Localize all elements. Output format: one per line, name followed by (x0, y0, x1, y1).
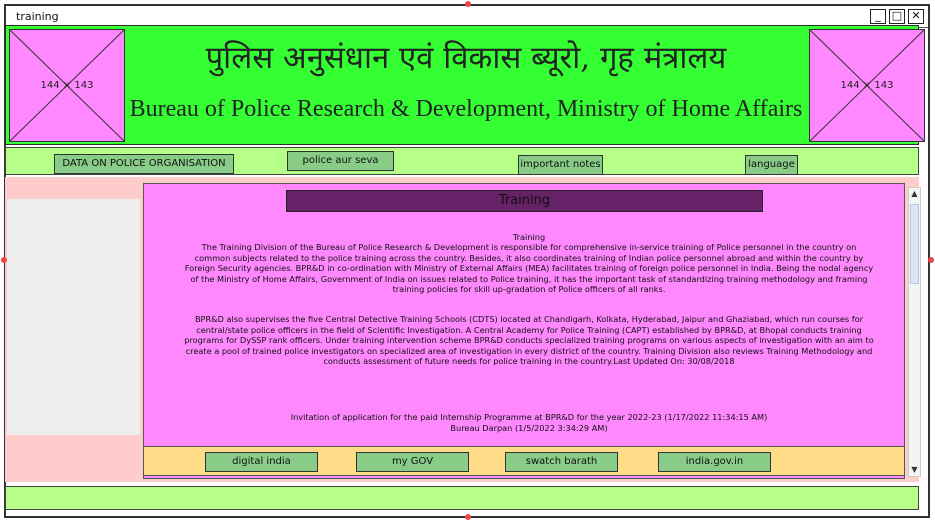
page-body: Training Training The Training Division … (5, 177, 921, 482)
scroll-down-icon[interactable]: ▼ (909, 464, 920, 476)
notice-link-internship[interactable]: Invitation of application for the paid I… (184, 412, 874, 423)
resize-handle-top[interactable] (465, 1, 471, 7)
content-panel: Training Training The Training Division … (143, 183, 905, 479)
resize-handle-right[interactable] (928, 257, 934, 263)
footer-link-swatch-barath[interactable]: swatch barath (505, 452, 618, 472)
footer-links-bar: digital india my GOV swatch barath india… (144, 446, 904, 476)
left-image-size-label: 144 × 143 (40, 80, 94, 91)
resize-handle-bottom[interactable] (465, 514, 471, 520)
left-emblem-image: 144 × 143 (9, 29, 125, 142)
training-paragraph-2: BPR&D also supervises the five Central D… (184, 314, 874, 367)
resize-handle-left[interactable] (1, 257, 7, 263)
window-title: training (16, 10, 59, 23)
side-panel (7, 199, 140, 435)
notice-link-bureau-darpan[interactable]: Bureau Darpan (1/5/2022 3:34:29 AM) (184, 423, 874, 434)
bottom-bar (5, 486, 919, 510)
right-emblem-image: 144 × 143 (809, 29, 925, 142)
minimize-button[interactable]: _ (870, 9, 886, 24)
nav-important-notes[interactable]: important notes (518, 155, 603, 175)
page-title: Training (286, 190, 763, 212)
close-button[interactable]: ✕ (908, 9, 924, 24)
training-paragraph-1: The Training Division of the Bureau of P… (184, 242, 874, 295)
nav-language[interactable]: language (745, 155, 798, 175)
site-header: 144 × 143 पुलिस अनुसंधान एवं विकास ब्यूर… (5, 25, 925, 145)
nav-police-aur-seva[interactable]: police aur seva (287, 151, 394, 171)
nav-data-on-police-organisation[interactable]: DATA ON POLICE ORGANISATION (54, 154, 234, 174)
maximize-button[interactable]: □ (889, 9, 905, 24)
footer-link-digital-india[interactable]: digital india (205, 452, 318, 472)
footer-link-india-gov-in[interactable]: india.gov.in (658, 452, 771, 472)
scroll-up-icon[interactable]: ▲ (909, 188, 920, 200)
right-image-size-label: 144 × 143 (840, 80, 894, 91)
site-title-english: Bureau of Police Research & Development,… (129, 96, 803, 122)
content-scrollbar[interactable]: ▲ ▼ (908, 187, 921, 477)
site-title-hindi: पुलिस अनुसंधान एवं विकास ब्यूरो, गृह मंत… (205, 40, 727, 76)
main-nav: DATA ON POLICE ORGANISATION police aur s… (5, 147, 919, 175)
training-heading: Training (512, 232, 546, 242)
scroll-thumb[interactable] (910, 204, 919, 284)
footer-link-my-gov[interactable]: my GOV (356, 452, 469, 472)
